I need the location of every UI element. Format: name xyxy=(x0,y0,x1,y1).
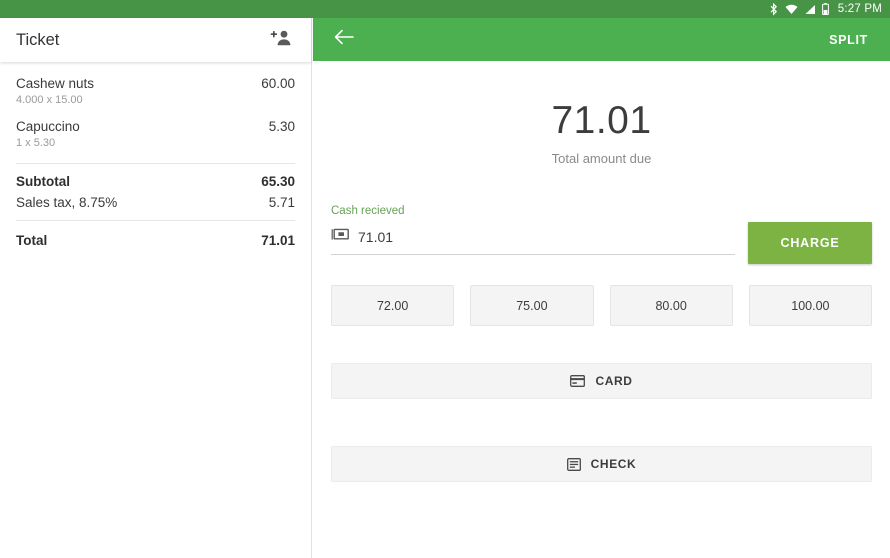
back-button[interactable] xyxy=(329,25,359,55)
line-item-qty: 1 x 5.30 xyxy=(16,137,56,149)
line-item-name: Cashew nuts xyxy=(16,76,95,91)
status-bar: 5:27 PM xyxy=(0,0,890,18)
split-button[interactable]: SPLIT xyxy=(823,27,874,53)
ticket-body: Cashew nuts 60.00 4.000 x 15.00 Capuccin… xyxy=(0,62,311,248)
amount-due-block: 71.01 Total amount due xyxy=(313,61,890,166)
amount-due-caption: Total amount due xyxy=(551,151,652,166)
arrow-back-icon xyxy=(334,29,354,50)
line-item-price: 5.30 xyxy=(268,119,295,134)
payment-panel: SPLIT 71.01 Total amount due Cash reciev… xyxy=(313,18,890,558)
card-payment-label: CARD xyxy=(595,374,633,388)
ticket-totals: Subtotal 65.30 Sales tax, 8.75% 5.71 xyxy=(0,164,311,210)
signal-icon xyxy=(804,4,816,15)
quick-amount-button[interactable]: 80.00 xyxy=(609,285,733,326)
total-label: Total xyxy=(16,233,48,248)
cash-and-charge-row: Cash recieved 71.01 CHARGE xyxy=(313,205,890,264)
ticket-header: Ticket xyxy=(0,18,311,62)
tax-value: 5.71 xyxy=(268,195,295,210)
card-payment-button[interactable]: CARD xyxy=(331,363,872,399)
quick-amount-button[interactable]: 75.00 xyxy=(470,285,594,326)
credit-card-icon xyxy=(570,375,586,387)
ticket-panel: Ticket Cashew nuts 60.00 4.000 x 15.00 C… xyxy=(0,18,312,558)
tax-row: Sales tax, 8.75% 5.71 xyxy=(16,195,295,210)
page-title: Ticket xyxy=(16,30,60,49)
cash-input-line[interactable]: 71.01 xyxy=(331,227,735,255)
list-item[interactable]: Capuccino 5.30 1 x 5.30 xyxy=(16,119,295,149)
quick-amount-row: 72.00 75.00 80.00 100.00 xyxy=(313,285,890,326)
status-clock: 5:27 PM xyxy=(837,3,882,15)
check-payment-label: CHECK xyxy=(590,457,637,471)
total-value: 71.01 xyxy=(261,233,295,248)
list-item[interactable]: Cashew nuts 60.00 4.000 x 15.00 xyxy=(16,76,295,106)
bluetooth-icon xyxy=(769,2,779,16)
person-add-icon xyxy=(270,29,292,52)
subtotal-row: Subtotal 65.30 xyxy=(16,174,295,189)
ticket-line-items: Cashew nuts 60.00 4.000 x 15.00 Capuccin… xyxy=(0,62,311,163)
tax-label: Sales tax, 8.75% xyxy=(16,195,118,210)
cash-received-value: 71.01 xyxy=(358,228,394,245)
cash-received-field[interactable]: Cash recieved 71.01 xyxy=(331,205,735,255)
grand-total-row: Total 71.01 xyxy=(0,221,311,248)
receipt-icon xyxy=(566,457,581,471)
quick-amount-button[interactable]: 72.00 xyxy=(331,285,455,326)
battery-icon xyxy=(821,3,829,15)
person-add-button[interactable] xyxy=(267,26,295,54)
amount-due-value: 71.01 xyxy=(551,99,652,142)
cash-received-label: Cash recieved xyxy=(331,205,405,217)
subtotal-value: 65.30 xyxy=(261,174,295,189)
money-icon xyxy=(331,227,349,246)
line-item-name: Capuccino xyxy=(16,119,80,134)
line-item-qty: 4.000 x 15.00 xyxy=(16,94,83,106)
quick-amount-button[interactable]: 100.00 xyxy=(748,285,872,326)
subtotal-label: Subtotal xyxy=(16,174,70,189)
charge-button[interactable]: CHARGE xyxy=(748,222,872,264)
wifi-icon xyxy=(785,4,798,15)
check-payment-button[interactable]: CHECK xyxy=(331,446,872,482)
payment-appbar: SPLIT xyxy=(313,18,890,61)
line-item-price: 60.00 xyxy=(261,76,295,91)
app-screen: 5:27 PM Ticket Cashew nuts 60.00 4.000 x… xyxy=(0,0,890,558)
